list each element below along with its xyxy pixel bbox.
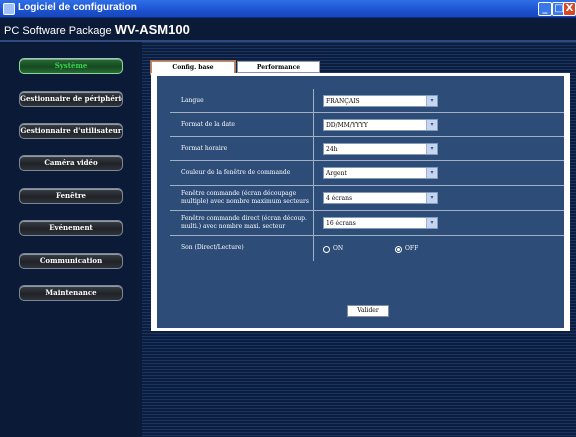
row-separator bbox=[313, 236, 314, 261]
nav-device-manager-button[interactable]: Gestionnaire de périphérique bbox=[19, 91, 123, 107]
multi-screen-select[interactable]: 4 écrans ▾ bbox=[323, 192, 438, 204]
multi-screen-value: 4 écrans bbox=[326, 195, 353, 202]
sound-on-radio[interactable] bbox=[323, 246, 330, 253]
sound-off-label: OFF bbox=[405, 245, 419, 252]
row-sound: Son (Direct/Lecture) ON OFF bbox=[170, 236, 564, 261]
package-prefix: PC Software Package bbox=[4, 25, 112, 37]
app-header: PC Software Package WV-ASM100 bbox=[0, 18, 576, 42]
time-format-select[interactable]: 24h ▾ bbox=[323, 143, 438, 155]
app-window: Logiciel de configuration _ □ X PC Softw… bbox=[0, 0, 576, 437]
language-value: FRANÇAIS bbox=[326, 98, 360, 105]
window-color-label: Couleur de la fenêtre de commande bbox=[181, 169, 291, 176]
time-format-value: 24h bbox=[326, 146, 338, 153]
nav-maintenance-button[interactable]: Maintenance bbox=[19, 285, 123, 301]
direct-screen-select[interactable]: 16 écrans ▾ bbox=[323, 217, 438, 229]
minimize-button[interactable]: _ bbox=[538, 2, 552, 16]
nav-system-button[interactable]: Système bbox=[19, 58, 123, 74]
date-format-label: Format de la date bbox=[181, 121, 235, 128]
direct-screen-label: Fenêtre commande direct (écran découp. m… bbox=[181, 215, 307, 230]
settings-panel: Langue FRANÇAIS ▾ Format de la date DD/M… bbox=[151, 73, 570, 331]
row-language: Langue FRANÇAIS ▾ bbox=[170, 89, 564, 113]
chevron-down-icon[interactable]: ▾ bbox=[426, 144, 437, 154]
main-content: Config. base Performance Langue FRANÇAIS… bbox=[142, 42, 576, 437]
sound-label: Son (Direct/Lecture) bbox=[181, 244, 244, 251]
nav-user-manager-button[interactable]: Gestionnaire d'utilisateur bbox=[19, 123, 123, 139]
sidebar: Système Gestionnaire de périphérique Ges… bbox=[0, 42, 142, 437]
nav-communication-button[interactable]: Communication bbox=[19, 253, 123, 269]
title-bar[interactable]: Logiciel de configuration _ □ X bbox=[0, 0, 576, 18]
chevron-down-icon[interactable]: ▾ bbox=[426, 193, 437, 203]
row-separator bbox=[313, 186, 314, 210]
settings-form: Langue FRANÇAIS ▾ Format de la date DD/M… bbox=[157, 76, 564, 328]
submit-button[interactable]: Valider bbox=[347, 305, 389, 317]
time-format-label: Format horaire bbox=[181, 145, 228, 152]
row-separator bbox=[313, 89, 314, 112]
chevron-down-icon[interactable]: ▾ bbox=[426, 96, 437, 106]
package-title: PC Software Package WV-ASM100 bbox=[4, 22, 190, 37]
row-time-format: Format horaire 24h ▾ bbox=[170, 137, 564, 161]
row-window-color: Couleur de la fenêtre de commande Argent… bbox=[170, 161, 564, 186]
nav-camera-button[interactable]: Caméra vidéo bbox=[19, 155, 123, 171]
nav-window-button[interactable]: Fenêtre bbox=[19, 188, 123, 204]
language-label: Langue bbox=[181, 97, 204, 104]
date-format-value: DD/MM/YYYY bbox=[326, 122, 368, 129]
language-select[interactable]: FRANÇAIS ▾ bbox=[323, 95, 438, 107]
window-color-select[interactable]: Argent ▾ bbox=[323, 167, 438, 179]
window-title: Logiciel de configuration bbox=[18, 2, 137, 13]
row-separator bbox=[313, 137, 314, 160]
row-separator bbox=[313, 211, 314, 235]
multi-screen-label: Fenêtre commande (écran découpage multip… bbox=[181, 190, 309, 205]
app-icon bbox=[3, 3, 15, 15]
tab-performance[interactable]: Performance bbox=[237, 61, 320, 73]
row-separator bbox=[313, 113, 314, 136]
row-date-format: Format de la date DD/MM/YYYY ▾ bbox=[170, 113, 564, 137]
row-separator bbox=[313, 161, 314, 185]
close-button[interactable]: X bbox=[563, 2, 576, 16]
package-name: WV-ASM100 bbox=[114, 22, 190, 37]
chevron-down-icon[interactable]: ▾ bbox=[426, 168, 437, 178]
direct-screen-value: 16 écrans bbox=[326, 220, 356, 227]
nav-event-button[interactable]: Evénement bbox=[19, 220, 123, 236]
chevron-down-icon[interactable]: ▾ bbox=[426, 218, 437, 228]
sound-off-radio[interactable] bbox=[395, 246, 402, 253]
window-color-value: Argent bbox=[326, 170, 347, 177]
sound-on-label: ON bbox=[333, 245, 344, 252]
row-direct-screen: Fenêtre commande direct (écran découp. m… bbox=[170, 211, 564, 236]
chevron-down-icon[interactable]: ▾ bbox=[426, 120, 437, 130]
row-multi-screen: Fenêtre commande (écran découpage multip… bbox=[170, 186, 564, 211]
date-format-select[interactable]: DD/MM/YYYY ▾ bbox=[323, 119, 438, 131]
